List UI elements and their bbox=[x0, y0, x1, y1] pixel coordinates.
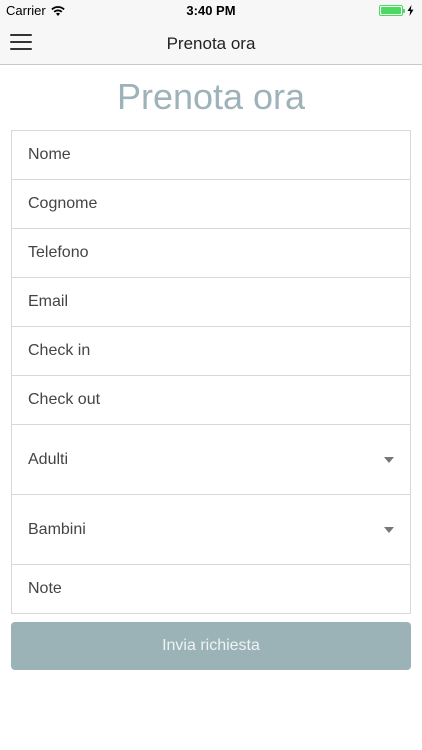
nome-placeholder: Nome bbox=[28, 146, 71, 163]
note-placeholder: Note bbox=[28, 580, 62, 597]
booking-form: Nome Cognome Telefono Email Check in Che… bbox=[11, 130, 411, 614]
nome-field[interactable]: Nome bbox=[12, 131, 410, 180]
battery-icon bbox=[379, 5, 405, 16]
cognome-placeholder: Cognome bbox=[28, 195, 98, 212]
submit-button[interactable]: Invia richiesta bbox=[11, 622, 411, 670]
check-in-placeholder: Check in bbox=[28, 342, 91, 359]
bambini-label: Bambini bbox=[28, 520, 86, 538]
telefono-field[interactable]: Telefono bbox=[12, 229, 410, 278]
charging-bolt-icon bbox=[407, 5, 414, 16]
status-right bbox=[379, 5, 414, 16]
page-heading: Prenota ora bbox=[116, 76, 306, 117]
check-in-field[interactable]: Check in bbox=[12, 327, 410, 376]
adulti-label: Adulti bbox=[28, 450, 69, 468]
chevron-down-icon bbox=[384, 456, 394, 463]
bambini-select[interactable]: Bambini bbox=[12, 495, 410, 565]
note-field[interactable]: Note bbox=[12, 565, 410, 613]
check-out-field[interactable]: Check out bbox=[12, 376, 410, 425]
telefono-placeholder: Telefono bbox=[28, 244, 89, 261]
navigation-bar: Prenota ora bbox=[0, 22, 422, 65]
adulti-select[interactable]: Adulti bbox=[12, 425, 410, 495]
battery-fill bbox=[381, 7, 401, 14]
email-field[interactable]: Email bbox=[12, 278, 410, 327]
email-placeholder: Email bbox=[28, 293, 69, 310]
status-bar: Carrier 3:40 PM bbox=[0, 0, 422, 22]
status-time: 3:40 PM bbox=[186, 3, 236, 18]
chevron-down-icon bbox=[384, 526, 394, 533]
nav-title: Prenota ora bbox=[166, 34, 256, 53]
cognome-field[interactable]: Cognome bbox=[12, 180, 410, 229]
check-out-placeholder: Check out bbox=[28, 391, 101, 408]
